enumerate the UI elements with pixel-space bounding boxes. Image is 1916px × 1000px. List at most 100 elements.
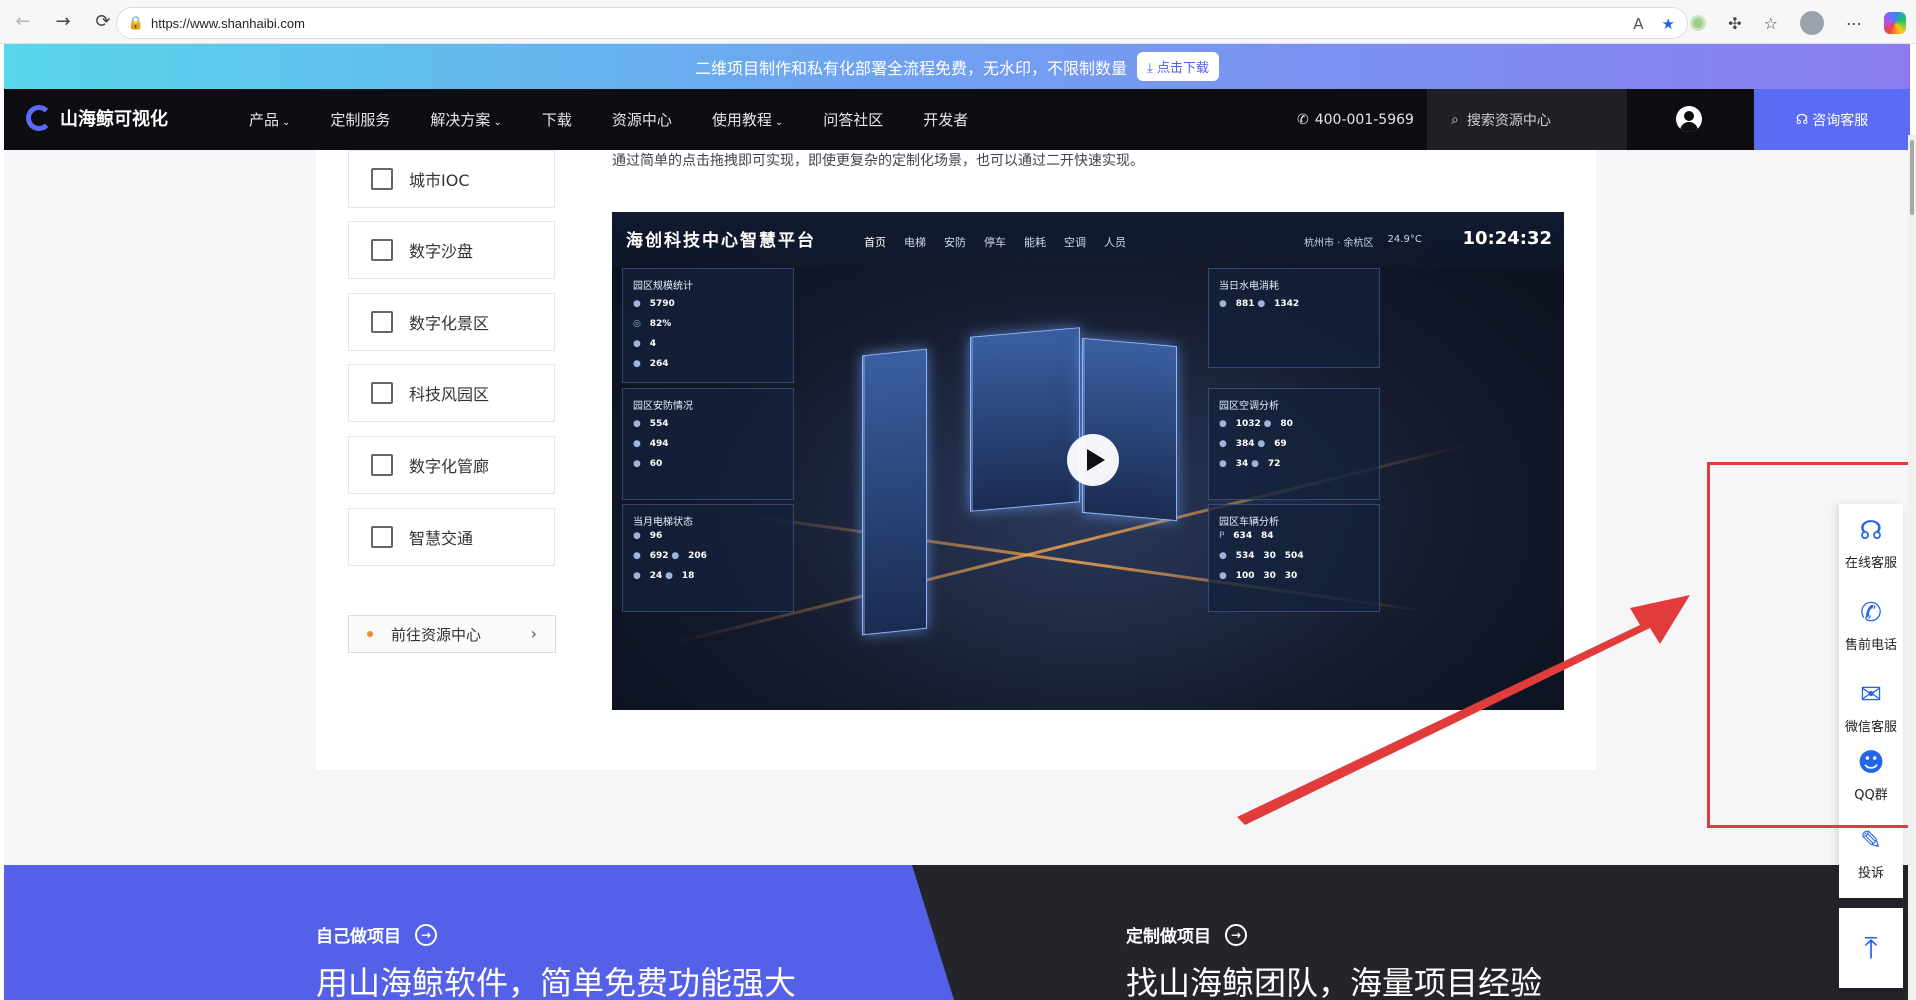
dashboard-weather: 杭州市 · 余杭区 24.9°C [1304, 234, 1422, 249]
menu-item-tutorials[interactable]: 使用教程 ⌄ [712, 109, 783, 130]
panel-elevator: 当月电梯状态 ● 96 ● 692 ● 206 ● 24 ● 18 [622, 504, 794, 612]
puzzle-icon[interactable]: ✣ [1728, 14, 1741, 33]
dashboard-tab: 电梯 [904, 236, 926, 249]
chevron-down-icon: ⌄ [774, 117, 784, 128]
category-smart-traffic[interactable]: 智慧交通 [348, 508, 555, 566]
favorites-icon[interactable]: ☆ [1764, 14, 1778, 33]
building-left [862, 348, 927, 636]
site-logo[interactable]: 山海鲸可视化 [26, 105, 168, 131]
browser-extensions: ✣ ☆ ⋯ [1690, 7, 1906, 39]
menu-item-resource-center[interactable]: 资源中心 [612, 109, 672, 130]
arrow-right-icon: → [1225, 923, 1247, 946]
category-digital-scenic[interactable]: 数字化景区 [348, 293, 555, 351]
custom-project-title: 找山海鲸团队，海量项目经验 [1126, 964, 1543, 1000]
bullet-dot [367, 631, 373, 637]
copilot-icon[interactable] [1884, 12, 1906, 34]
category-label: 数字化景区 [409, 314, 490, 333]
panel-vehicles: 园区车辆分析 P 634 84 ● 534 30 504 ● 100 30 30 [1208, 504, 1380, 612]
category-digital-sandbox[interactable]: 数字沙盘 [348, 221, 555, 279]
park-icon [371, 382, 393, 404]
main-menu: 产品 ⌄ 定制服务 解决方案 ⌄ 下载 资源中心 使用教程 ⌄ 问答社区 开发者 [249, 89, 1008, 150]
arrow-up-icon: ⤒ [1864, 930, 1878, 966]
refresh-icon[interactable]: ⟳ [86, 5, 120, 39]
search-icon: ⌕ [1451, 111, 1459, 128]
building-icon [371, 168, 393, 190]
site-info-icon[interactable]: 🔒 [121, 16, 151, 31]
back-to-top-button[interactable]: ⤒ [1839, 908, 1903, 988]
phone-number[interactable]: ✆ 400-001-5969 [1297, 89, 1414, 150]
address-bar-actions: A ★ [1633, 8, 1675, 40]
search-placeholder: 搜索资源中心 [1466, 112, 1551, 129]
more-menu-icon[interactable]: ⋯ [1846, 14, 1862, 33]
user-avatar-icon[interactable] [1676, 106, 1702, 132]
dashboard-tab: 首页 [864, 236, 886, 249]
category-city-ioc[interactable]: 城市IOC [348, 150, 555, 208]
pipeline-icon [371, 454, 393, 476]
menu-item-developers[interactable]: 开发者 [923, 109, 968, 130]
menu-item-product[interactable]: 产品 ⌄ [249, 109, 290, 130]
custom-project-link[interactable]: 定制做项目 → [1126, 922, 1247, 947]
forward-icon[interactable]: → [46, 5, 80, 39]
dashboard-tabs: 首页 电梯 安防 停车 能耗 空调 人员 [864, 234, 1126, 250]
page-scrollbar-thumb[interactable] [1910, 140, 1914, 215]
logo-text: 山海鲸可视化 [60, 109, 168, 130]
annotation-highlight-box [1707, 462, 1913, 828]
panel-energy: 当日水电消耗 ● 881 ● 1342 [1208, 268, 1380, 368]
panel-aircon: 园区空调分析 ● 1032 ● 80 ● 384 ● 69 ● 34 ● 72 [1208, 388, 1380, 500]
menu-item-solutions[interactable]: 解决方案 ⌄ [430, 109, 501, 130]
browser-toolbar: ← → ⟳ 🔒 https://www.shanhaibi.com A ★ ✣ … [0, 0, 1916, 44]
goto-label: 前往资源中心 [391, 625, 482, 644]
category-label: 科技风园区 [409, 385, 490, 404]
download-button[interactable]: ⤓ 点击下载 [1137, 52, 1219, 81]
sandbox-icon [371, 239, 393, 261]
dashboard-location: 杭州市 · 余杭区 [1304, 238, 1374, 249]
search-input[interactable]: ⌕ 搜索资源中心 [1427, 89, 1627, 150]
dashboard-title: 海创科技中心智慧平台 [626, 231, 816, 251]
dashboard-tab: 能耗 [1024, 236, 1046, 249]
self-project-title: 用山海鲸软件，简单免费功能强大 [316, 964, 797, 1000]
read-aloud-icon[interactable]: A [1633, 15, 1643, 33]
consult-button[interactable]: ☊ 咨询客服 [1754, 89, 1910, 150]
page-scrollbar-track[interactable] [1908, 135, 1916, 1000]
menu-item-download[interactable]: 下载 [542, 109, 572, 130]
panel-park-stats: 园区规模统计 ● 5790 ◎ 82% ● 4 ● 264 [622, 268, 794, 383]
address-bar[interactable]: 🔒 https://www.shanhaibi.com A ★ [116, 7, 1688, 39]
self-project-label: 自己做项目 [316, 927, 401, 947]
category-label: 数字化管廊 [409, 457, 490, 476]
category-label: 城市IOC [409, 171, 470, 190]
menu-item-custom-service[interactable]: 定制服务 [330, 109, 390, 130]
self-project-link[interactable]: 自己做项目 → [316, 922, 437, 947]
building-right [1082, 337, 1177, 522]
category-digital-pipeline[interactable]: 数字化管廊 [348, 436, 555, 494]
category-label: 数字沙盘 [409, 242, 474, 261]
download-button-label: 点击下载 [1156, 61, 1209, 76]
chevron-right-icon: › [530, 624, 537, 643]
back-icon[interactable]: ← [6, 5, 40, 39]
chevron-down-icon: ⌄ [493, 117, 502, 128]
goto-resource-center-button[interactable]: 前往资源中心 › [348, 615, 556, 653]
bottom-section: 自己做项目 → 用山海鲸软件，简单免费功能强大 定制做项目 → 找山海鲸团队，海… [4, 865, 1910, 1000]
float-label: 投诉 [1857, 866, 1884, 881]
dashboard-tab: 停车 [984, 236, 1006, 249]
url-text[interactable]: https://www.shanhaibi.com [151, 16, 305, 31]
dashboard-temperature: 24.9°C [1387, 234, 1422, 245]
panel-security: 园区安防情况 ● 554 ● 494 ● 60 [622, 388, 794, 500]
extension-icon[interactable] [1690, 15, 1707, 31]
play-button-icon[interactable] [1067, 434, 1119, 486]
promo-text: 二维项目制作和私有化部署全流程免费，无水印，不限制数量 [695, 58, 1128, 78]
category-label: 智慧交通 [409, 529, 474, 548]
logo-icon [26, 105, 52, 131]
float-complaint[interactable]: ✎ 投诉 [1839, 826, 1903, 881]
profile-avatar[interactable] [1800, 11, 1824, 35]
dashboard-preview-video[interactable]: 海创科技中心智慧平台 首页 电梯 安防 停车 能耗 空调 人员 杭州市 · 余杭… [612, 212, 1564, 710]
building-center [970, 327, 1080, 512]
dashboard-tab: 安防 [944, 236, 966, 249]
category-tech-park[interactable]: 科技风园区 [348, 364, 555, 422]
section-description: 通过简单的点击拖拽即可实现，即使更复杂的定制化场景，也可以通过二开快速实现。 [612, 153, 1144, 169]
phone-icon: ✆ [1297, 111, 1309, 128]
menu-item-qa-community[interactable]: 问答社区 [823, 109, 883, 130]
favorite-star-icon[interactable]: ★ [1662, 15, 1675, 33]
consult-label: 咨询客服 [1812, 112, 1869, 129]
dashboard-tab: 人员 [1104, 236, 1126, 249]
site-navbar: 山海鲸可视化 产品 ⌄ 定制服务 解决方案 ⌄ 下载 资源中心 使用教程 ⌄ 问答社区… [4, 89, 1910, 150]
